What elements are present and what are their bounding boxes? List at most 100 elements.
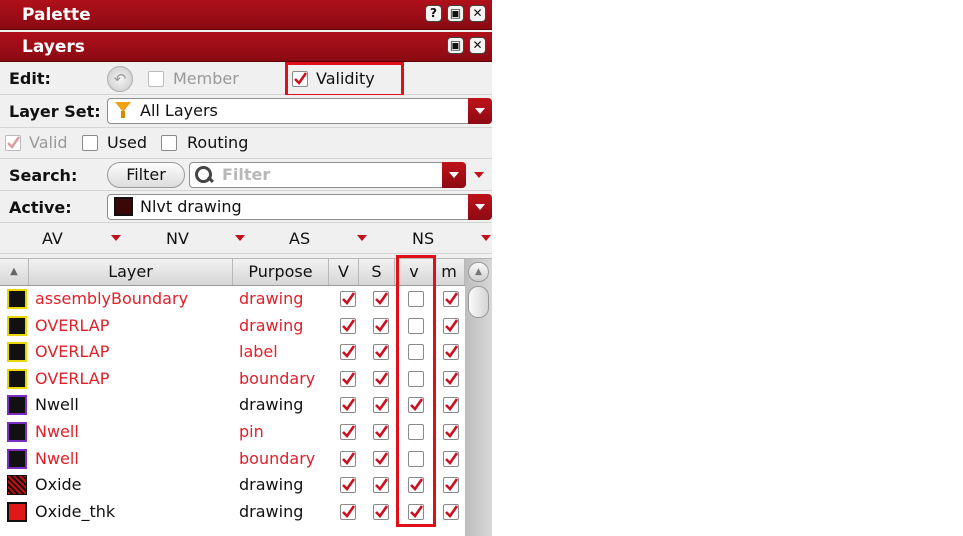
active-layer-combo[interactable]: Nlvt drawing (107, 194, 492, 220)
layer-set-row: Layer Set: All Layers (0, 95, 492, 128)
visible-checkbox[interactable] (340, 503, 356, 520)
visibility-toggle-row: AV NV AS NS (0, 224, 492, 254)
m-checkbox[interactable] (443, 503, 459, 520)
float-icon[interactable]: ▣ (447, 5, 464, 22)
used-label: Used (107, 133, 148, 152)
visible-checkbox[interactable] (340, 317, 356, 334)
selectable-checkbox[interactable] (373, 344, 389, 361)
layer-purpose: drawing (239, 289, 304, 308)
undo-icon[interactable]: ↶ (107, 66, 133, 92)
palette-title-bar: Palette ? ▣ ✕ (0, 0, 492, 30)
layer-name: OVERLAP (35, 315, 110, 335)
scrollbar-thumb[interactable] (468, 286, 489, 318)
m-checkbox[interactable] (443, 397, 459, 414)
visible-checkbox[interactable] (340, 477, 356, 494)
layers-title-bar: Layers ▣ ✕ (0, 32, 492, 62)
member-checkbox[interactable] (148, 71, 164, 87)
selectable-checkbox[interactable] (373, 317, 389, 334)
close-icon[interactable]: ✕ (469, 5, 486, 22)
layer-swatch (7, 501, 27, 522)
m-checkbox[interactable] (443, 370, 459, 387)
layer-set-label: Layer Set: (9, 102, 101, 121)
toggle-av-label[interactable]: AV (42, 229, 63, 248)
toggle-nv-arrow-icon[interactable] (235, 235, 245, 241)
toggle-ns-arrow-icon[interactable] (481, 235, 491, 241)
layer-purpose: drawing (239, 315, 304, 335)
routing-label: Routing (187, 133, 249, 152)
m-checkbox[interactable] (443, 344, 459, 361)
column-header-visible[interactable]: V (329, 259, 359, 285)
filter-row: Valid Used Routing (0, 128, 492, 159)
vertical-scrollbar[interactable]: ▲ (465, 259, 492, 536)
selectable-checkbox[interactable] (373, 477, 389, 494)
m-checkbox[interactable] (443, 317, 459, 334)
float-icon[interactable]: ▣ (447, 37, 464, 54)
layer-swatch (7, 289, 27, 309)
layer-set-value: All Layers (140, 101, 218, 120)
selectable-checkbox[interactable] (373, 424, 389, 440)
layer-name: OVERLAP (35, 342, 110, 362)
layer-purpose: boundary (239, 448, 316, 468)
layer-set-combo[interactable]: All Layers (107, 98, 492, 124)
sort-up-icon[interactable]: ▲ (0, 259, 29, 285)
close-icon[interactable]: ✕ (469, 37, 486, 54)
m-checkbox[interactable] (443, 424, 459, 440)
palette-title: Palette (22, 5, 91, 25)
column-header-purpose[interactable]: Purpose (233, 259, 329, 285)
visible-checkbox[interactable] (340, 397, 356, 414)
valid-column-highlight-box (396, 255, 436, 527)
chevron-down-icon[interactable] (442, 162, 466, 188)
search-options-arrow-icon[interactable] (474, 172, 484, 178)
chevron-down-icon[interactable] (468, 98, 492, 124)
selectable-checkbox[interactable] (373, 450, 389, 467)
layer-name: Oxide_thk (35, 501, 116, 521)
active-row: Active: Nlvt drawing (0, 191, 492, 223)
search-label: Search: (9, 166, 78, 185)
layers-title: Layers (22, 37, 85, 57)
search-row: Search: Filter Filter (0, 159, 492, 191)
visible-checkbox[interactable] (340, 370, 356, 387)
selectable-checkbox[interactable] (373, 370, 389, 387)
search-icon-handle (206, 175, 215, 184)
toggle-ns-label[interactable]: NS (412, 229, 434, 248)
layer-name: OVERLAP (35, 368, 110, 388)
layer-purpose: drawing (239, 501, 304, 521)
visible-checkbox[interactable] (340, 450, 356, 467)
m-checkbox[interactable] (443, 450, 459, 467)
toggle-av-arrow-icon[interactable] (111, 235, 121, 241)
routing-checkbox[interactable] (161, 135, 177, 151)
visible-checkbox[interactable] (340, 344, 356, 361)
valid-label: Valid (29, 133, 68, 152)
toggle-as-label[interactable]: AS (289, 229, 310, 248)
column-header-selectable[interactable]: S (359, 259, 395, 285)
layer-swatch (7, 368, 27, 389)
layers-palette: Palette ? ▣ ✕ Layers ▣ ✕ Edit: ↶ Member … (0, 0, 492, 536)
filter-button[interactable]: Filter (107, 162, 185, 188)
toggle-as-arrow-icon[interactable] (357, 235, 367, 241)
used-checkbox[interactable] (82, 135, 98, 151)
layer-purpose: label (239, 342, 278, 362)
chevron-down-icon[interactable] (468, 194, 492, 220)
toggle-nv-label[interactable]: NV (166, 229, 189, 248)
visible-checkbox[interactable] (340, 291, 356, 307)
search-placeholder: Filter (222, 165, 271, 184)
member-label: Member (173, 69, 239, 88)
column-header-layer[interactable]: Layer (29, 259, 233, 285)
layer-name: Oxide (35, 475, 82, 495)
visible-checkbox[interactable] (340, 424, 356, 440)
m-checkbox[interactable] (443, 477, 459, 494)
layer-swatch (7, 448, 27, 469)
selectable-checkbox[interactable] (373, 291, 389, 307)
selectable-checkbox[interactable] (373, 397, 389, 414)
layer-purpose: boundary (239, 368, 316, 388)
layer-name: Nwell (35, 422, 79, 441)
m-checkbox[interactable] (443, 291, 459, 307)
layer-swatch (7, 342, 27, 363)
column-header-m[interactable]: m (434, 259, 465, 285)
valid-checkbox[interactable] (5, 135, 21, 151)
scroll-up-icon[interactable]: ▲ (468, 262, 489, 282)
selectable-checkbox[interactable] (373, 503, 389, 520)
help-icon[interactable]: ? (425, 5, 442, 22)
active-label: Active: (9, 198, 72, 217)
search-input[interactable]: Filter (189, 162, 466, 188)
